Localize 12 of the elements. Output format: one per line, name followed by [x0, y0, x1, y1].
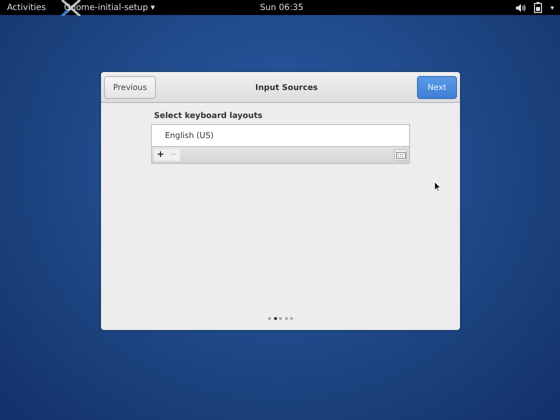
layout-row[interactable]: English (US)	[152, 125, 409, 146]
previous-button[interactable]: Previous	[104, 76, 156, 98]
battery-icon[interactable]	[534, 2, 542, 13]
dialog-title: Input Sources	[255, 82, 318, 92]
add-button[interactable]: +	[154, 149, 167, 161]
activities-button[interactable]: Activities	[0, 2, 55, 12]
keyboard-button[interactable]	[394, 149, 407, 161]
volume-icon[interactable]	[516, 4, 526, 12]
section-label: Select keyboard layouts	[154, 111, 264, 120]
keyboard-icon	[396, 152, 406, 158]
clock[interactable]: Sun 06:35	[260, 2, 304, 12]
mouse-pointer-icon	[434, 181, 441, 192]
